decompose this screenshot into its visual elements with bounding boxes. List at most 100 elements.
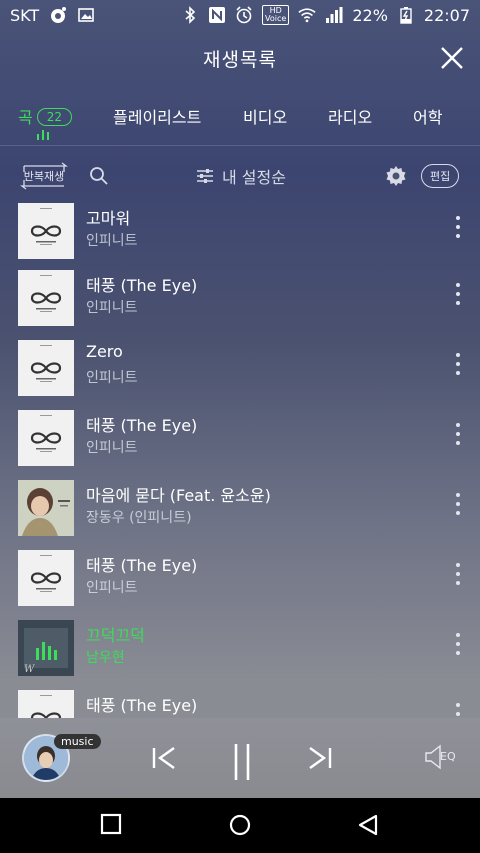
battery-charging-icon — [397, 6, 415, 24]
list-toolbar: 반복재생 내 설정순 편집 — [0, 160, 480, 192]
bluetooth-icon — [181, 6, 199, 24]
song-row[interactable]: Zero 인피니트 — [0, 337, 480, 407]
song-title: 끄덕끄덕 — [86, 626, 145, 645]
search-icon — [90, 167, 108, 185]
album-art — [18, 550, 74, 606]
playlist-header: 재생목록 — [0, 30, 480, 86]
settings-button[interactable] — [384, 164, 408, 188]
next-button[interactable] — [304, 742, 336, 774]
gear-icon — [386, 166, 406, 186]
tab-language[interactable]: 어학 — [413, 92, 442, 128]
square-icon — [100, 813, 122, 835]
page-title: 재생목록 — [203, 48, 277, 71]
recent-apps-button[interactable] — [100, 813, 124, 837]
album-art — [18, 690, 74, 718]
song-artist: 인피니트 — [86, 440, 138, 456]
hd-voice-icon: HD Voice — [262, 5, 290, 25]
album-art — [18, 270, 74, 326]
mini-player: music EQ — [0, 718, 480, 798]
tab-playlist[interactable]: 플레이리스트 — [113, 92, 201, 128]
song-row[interactable]: 태풍 (The Eye) — [0, 687, 480, 718]
more-options-button[interactable] — [454, 493, 462, 515]
skip-previous-icon — [152, 747, 175, 769]
carrier-label: SKT — [10, 5, 40, 25]
tab-songs[interactable]: 곡 22 — [18, 92, 98, 140]
song-title: 고마워 — [86, 209, 131, 228]
circle-icon — [229, 814, 251, 836]
close-icon — [441, 47, 463, 69]
back-button[interactable] — [356, 813, 380, 837]
album-art: W — [18, 620, 74, 676]
song-row[interactable]: 태풍 (The Eye) 인피니트 — [0, 547, 480, 617]
more-options-button[interactable] — [454, 283, 462, 305]
album-art — [18, 480, 74, 536]
nfc-icon — [208, 6, 226, 24]
song-row[interactable]: 태풍 (The Eye) 인피니트 — [0, 267, 480, 337]
voice-label: Voice — [265, 14, 287, 23]
song-count-badge: 22 — [36, 108, 73, 126]
clock: 22:07 — [423, 5, 470, 25]
sort-label: 내 설정순 — [222, 168, 286, 187]
song-artist: 인피니트 — [86, 300, 138, 316]
back-triangle-icon — [358, 814, 378, 836]
tab-radio-label: 라디오 — [328, 108, 373, 127]
song-title: 태풍 (The Eye) — [86, 556, 198, 575]
svg-text:W: W — [24, 664, 35, 675]
repeat-button[interactable]: 반복재생 — [18, 162, 70, 190]
tab-playlist-label: 플레이리스트 — [113, 108, 202, 127]
status-bar: SKT HD Voice 22% 22:07 — [0, 0, 480, 30]
song-title: 태풍 (The Eye) — [86, 696, 198, 715]
eq-button[interactable]: EQ — [424, 742, 460, 772]
eq-label: EQ — [440, 750, 456, 763]
song-row-playing[interactable]: W 끄덕끄덕 남우현 — [0, 617, 480, 687]
album-art — [18, 340, 74, 396]
song-list[interactable]: 고마워 인피니트 태풍 (The Eye) 인피니트 Zero 인피니트 태풍 … — [0, 200, 480, 718]
song-artist: 남우현 — [86, 650, 125, 666]
skip-next-icon — [309, 747, 332, 769]
album-art — [18, 203, 74, 259]
song-title: 태풍 (The Eye) — [86, 416, 198, 435]
edit-label: 편집 — [430, 170, 451, 183]
now-playing-eq-icon — [37, 130, 49, 140]
more-options-button[interactable] — [454, 216, 462, 238]
sort-button[interactable]: 내 설정순 — [196, 164, 286, 188]
song-artist: 인피니트 — [86, 233, 138, 249]
song-row[interactable]: 고마워 인피니트 — [0, 200, 480, 270]
tab-video[interactable]: 비디오 — [243, 92, 287, 128]
signal-icon — [325, 6, 343, 24]
tab-songs-label: 곡 — [18, 108, 33, 127]
tab-video-label: 비디오 — [243, 108, 288, 127]
sliders-icon — [197, 169, 213, 183]
tab-radio[interactable]: 라디오 — [328, 92, 372, 128]
more-options-button[interactable] — [454, 423, 462, 445]
album-art — [18, 410, 74, 466]
pause-icon — [234, 744, 250, 780]
camera-notification-icon — [49, 6, 67, 24]
gallery-notification-icon — [77, 6, 95, 24]
wifi-icon — [298, 6, 316, 24]
system-nav-bar — [0, 798, 480, 853]
tab-divider — [0, 145, 480, 146]
previous-button[interactable] — [148, 742, 180, 774]
song-artist: 인피니트 — [86, 580, 138, 596]
song-row[interactable]: 마음에 묻다 (Feat. 윤소윤) 장동우 (인피니트) — [0, 477, 480, 547]
song-title: Zero — [86, 342, 123, 361]
more-options-button[interactable] — [454, 703, 462, 718]
alarm-icon — [235, 6, 253, 24]
home-button[interactable] — [228, 813, 252, 837]
tab-language-label: 어학 — [413, 108, 443, 127]
song-artist: 인피니트 — [86, 370, 138, 386]
close-button[interactable] — [438, 44, 466, 72]
search-button[interactable] — [88, 165, 110, 187]
edit-button[interactable]: 편집 — [421, 164, 460, 188]
category-tabs: 곡 22 플레이리스트 비디오 라디오 어학 — [0, 92, 480, 142]
more-options-button[interactable] — [454, 633, 462, 655]
repeat-label: 반복재생 — [23, 170, 65, 183]
song-title: 마음에 묻다 (Feat. 윤소윤) — [86, 486, 271, 505]
more-options-button[interactable] — [454, 563, 462, 585]
more-options-button[interactable] — [454, 353, 462, 375]
battery-percent: 22% — [352, 5, 388, 25]
pause-button[interactable] — [226, 742, 258, 780]
song-row[interactable]: 태풍 (The Eye) 인피니트 — [0, 407, 480, 477]
song-artist: 장동우 (인피니트) — [86, 510, 192, 526]
